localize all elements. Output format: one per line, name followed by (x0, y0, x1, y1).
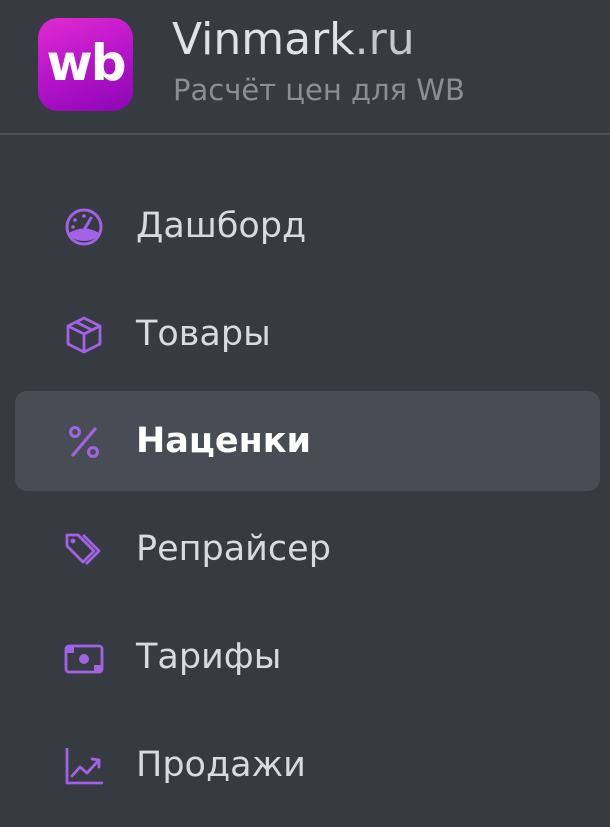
banknote-icon (63, 637, 105, 679)
header-divider (0, 133, 610, 135)
sidebar-item-label: Товары (136, 314, 271, 354)
sidebar-item-markups[interactable]: Наценки (15, 391, 600, 491)
sidebar-item-tariffs[interactable]: Тарифы (15, 607, 600, 707)
sidebar-item-label: Продажи (136, 745, 306, 785)
sidebar-item-label: Наценки (136, 421, 312, 461)
sidebar-header: wb Vinmark.ru Расчёт цен для WB (0, 0, 610, 133)
sidebar-item-products[interactable]: Товары (15, 284, 600, 384)
sidebar-item-label: Тарифы (136, 637, 282, 677)
box-icon (63, 314, 105, 356)
sidebar-item-repricer[interactable]: Репрайсер (15, 499, 600, 599)
brand-name-main: Vinmark (172, 14, 355, 65)
sidebar-item-dashboard[interactable]: Дашборд (15, 176, 600, 276)
wb-logo[interactable]: wb (38, 18, 133, 111)
percent-icon (63, 421, 105, 463)
sidebar-item-sales[interactable]: Продажи (15, 715, 600, 815)
sidebar-item-label: Репрайсер (136, 529, 331, 569)
tags-icon (63, 529, 105, 571)
sidebar-item-label: Дашборд (136, 206, 307, 246)
brand-domain: .ru (354, 14, 415, 65)
brand-tagline: Расчёт цен для WB (173, 73, 465, 107)
trending-up-icon (63, 745, 105, 787)
brand-name[interactable]: Vinmark.ru (172, 18, 415, 62)
speedometer-icon (63, 206, 105, 248)
logo-text: wb (46, 33, 127, 92)
